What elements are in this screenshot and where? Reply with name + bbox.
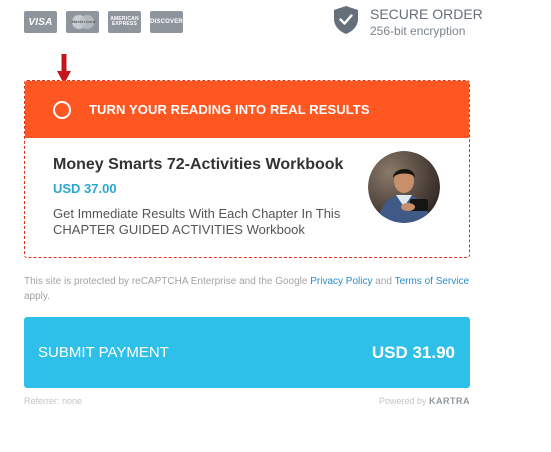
visa-card-icon: VISA <box>24 11 57 33</box>
mastercard-label: MasterCard <box>71 19 96 24</box>
bump-offer-headline: TURN YOUR READING INTO REAL RESULTS <box>89 102 370 117</box>
product-image <box>368 151 440 223</box>
powered-by-label: Powered by <box>378 396 427 406</box>
kartra-logo: KARTRA <box>429 396 470 406</box>
submit-payment-label: SUBMIT PAYMENT <box>38 344 169 361</box>
product-description: Get Immediate Results With Each Chapter … <box>53 206 341 237</box>
referrer-label: Referrer: none <box>24 396 83 406</box>
secure-order-badge: SECURE ORDER 256-bit encryption <box>334 6 483 40</box>
shield-check-icon <box>334 6 358 34</box>
terms-of-service-link[interactable]: Terms of Service <box>395 276 469 287</box>
legal-suffix: apply. <box>24 291 50 302</box>
payment-cards: VISA MasterCard AMERICAN EXPRESS DISCOVE… <box>24 11 183 33</box>
bump-offer-radio[interactable] <box>53 100 71 119</box>
bump-offer-body: Money Smarts 72-Activities Workbook USD … <box>25 138 469 238</box>
bump-offer-header[interactable]: TURN YOUR READING INTO REAL RESULTS <box>25 81 469 138</box>
powered-by: Powered by KARTRA <box>379 396 470 406</box>
amex-label: AMERICAN EXPRESS <box>110 16 139 27</box>
privacy-policy-link[interactable]: Privacy Policy <box>310 276 372 287</box>
legal-and: and <box>375 276 392 287</box>
legal-prefix: This site is protected by reCAPTCHA Ente… <box>24 276 308 287</box>
discover-card-icon: DISCOVER <box>150 11 183 33</box>
bump-offer: TURN YOUR READING INTO REAL RESULTS Mone… <box>24 80 470 258</box>
discover-label: DISCOVER <box>150 19 183 25</box>
amex-card-icon: AMERICAN EXPRESS <box>108 11 141 33</box>
visa-label: VISA <box>28 16 53 28</box>
encryption-label: 256-bit encryption <box>370 24 466 38</box>
mastercard-icon: MasterCard <box>66 11 99 33</box>
submit-payment-button[interactable]: SUBMIT PAYMENT USD 31.90 <box>24 317 470 388</box>
secure-order-title: SECURE ORDER <box>370 6 483 22</box>
recaptcha-notice: This site is protected by reCAPTCHA Ente… <box>24 274 470 304</box>
submit-payment-amount: USD 31.90 <box>371 342 455 362</box>
